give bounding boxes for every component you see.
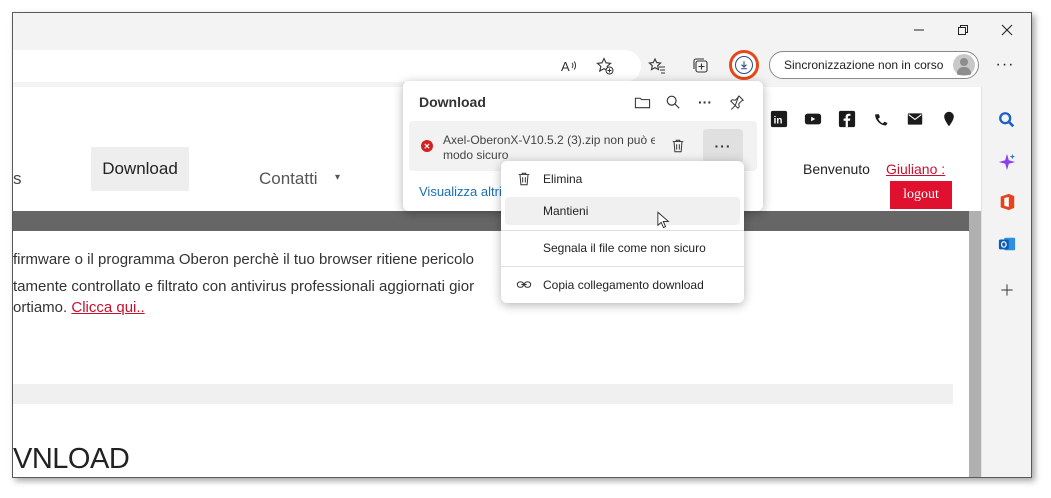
welcome-text: Benvenuto	[803, 161, 870, 177]
mouse-cursor-icon	[657, 211, 671, 236]
office-icon[interactable]	[996, 191, 1018, 213]
copilot-sparkle-icon[interactable]	[996, 151, 1018, 173]
paragraph-line-3-text: ortiamo.	[13, 299, 72, 316]
phone-icon[interactable]	[871, 109, 891, 129]
nav-item-partial[interactable]: s	[13, 169, 22, 189]
facebook-icon[interactable]	[837, 109, 857, 129]
downloads-button[interactable]	[729, 50, 759, 80]
youtube-icon[interactable]	[803, 109, 823, 129]
link-icon	[515, 276, 533, 294]
see-more-link[interactable]: Visualizza altri	[419, 184, 503, 199]
more-options-icon[interactable]: ···	[692, 89, 718, 115]
svg-text:A: A	[561, 59, 570, 74]
nav-item-download[interactable]: Download	[91, 147, 189, 191]
edge-sidebar	[981, 87, 1031, 477]
search-downloads-icon[interactable]	[660, 89, 686, 115]
add-favorite-icon[interactable]	[589, 50, 621, 82]
restore-button[interactable]	[941, 13, 985, 47]
outlook-icon[interactable]	[996, 233, 1018, 255]
download-context-menu: Elimina Mantieni Segnala il file come no…	[501, 161, 744, 303]
trash-icon	[515, 170, 533, 188]
section-bar	[13, 384, 953, 404]
open-folder-icon[interactable]	[629, 89, 655, 115]
browser-window: A Sincronizzazione non in corso ··· in s…	[12, 12, 1032, 478]
search-icon[interactable]	[996, 109, 1018, 131]
pin-icon[interactable]	[724, 89, 750, 115]
chevron-down-icon: ▾	[335, 172, 341, 183]
close-icon	[1001, 24, 1013, 36]
minimize-button[interactable]	[897, 13, 941, 47]
sync-label: Sincronizzazione non in corso	[784, 58, 944, 72]
menu-item-copia-collegamento[interactable]: Copia collegamento download	[505, 271, 740, 299]
social-links: in	[769, 109, 959, 129]
menu-item-label: Segnala il file come non sicuro	[543, 241, 706, 255]
menu-separator	[501, 266, 744, 267]
download-more-button[interactable]: ···	[703, 129, 743, 163]
mail-icon[interactable]	[905, 109, 925, 129]
section-title: VNLOAD	[13, 443, 130, 475]
close-button[interactable]	[985, 13, 1029, 47]
menu-item-label: Mantieni	[543, 204, 589, 218]
menu-item-label: Elimina	[543, 172, 583, 186]
restore-icon	[958, 25, 968, 35]
downloads-panel-title: Download	[419, 94, 486, 110]
paragraph-line-3: ortiamo. Clicca qui..	[13, 299, 145, 316]
menu-item-segnala[interactable]: Segnala il file come non sicuro	[505, 234, 740, 262]
paragraph-line-2: tamente controllato e filtrato con antiv…	[13, 278, 475, 295]
menu-item-elimina[interactable]: Elimina	[505, 165, 740, 193]
title-bar	[13, 13, 1031, 47]
minimize-icon	[914, 29, 924, 31]
more-options-icon[interactable]: ···	[991, 51, 1019, 79]
collections-icon[interactable]	[685, 50, 717, 82]
menu-separator	[501, 230, 744, 231]
logout-button[interactable]: logout	[890, 181, 952, 209]
header-divider	[13, 211, 981, 231]
paragraph-line-1: firmware o il programma Oberon perchè il…	[13, 251, 475, 268]
sync-status-button[interactable]: Sincronizzazione non in corso	[769, 51, 979, 79]
page-scrollbar[interactable]	[969, 211, 981, 477]
location-pin-icon[interactable]	[939, 109, 959, 129]
error-icon: ✕	[421, 140, 433, 152]
menu-item-mantieni[interactable]: Mantieni	[505, 197, 740, 225]
download-arrow-icon	[735, 56, 753, 74]
address-bar[interactable]	[13, 50, 641, 82]
clicca-qui-link[interactable]: Clicca qui..	[71, 299, 144, 316]
nav-item-contatti[interactable]: Contatti	[259, 169, 318, 189]
svg-text:in: in	[774, 116, 783, 127]
download-status: modo sicuro	[443, 148, 509, 162]
trash-icon[interactable]	[665, 133, 691, 159]
linkedin-icon[interactable]: in	[769, 109, 789, 129]
add-sidebar-app-icon[interactable]	[996, 279, 1018, 301]
user-link[interactable]: Giuliano :	[886, 161, 945, 177]
favorites-icon[interactable]	[641, 50, 673, 82]
menu-item-label: Copia collegamento download	[543, 278, 704, 292]
avatar-icon	[953, 54, 975, 76]
read-aloud-icon[interactable]: A	[553, 50, 585, 82]
download-filename: Axel-OberonX-V10.5.2 (3).zip non può e	[443, 133, 655, 147]
